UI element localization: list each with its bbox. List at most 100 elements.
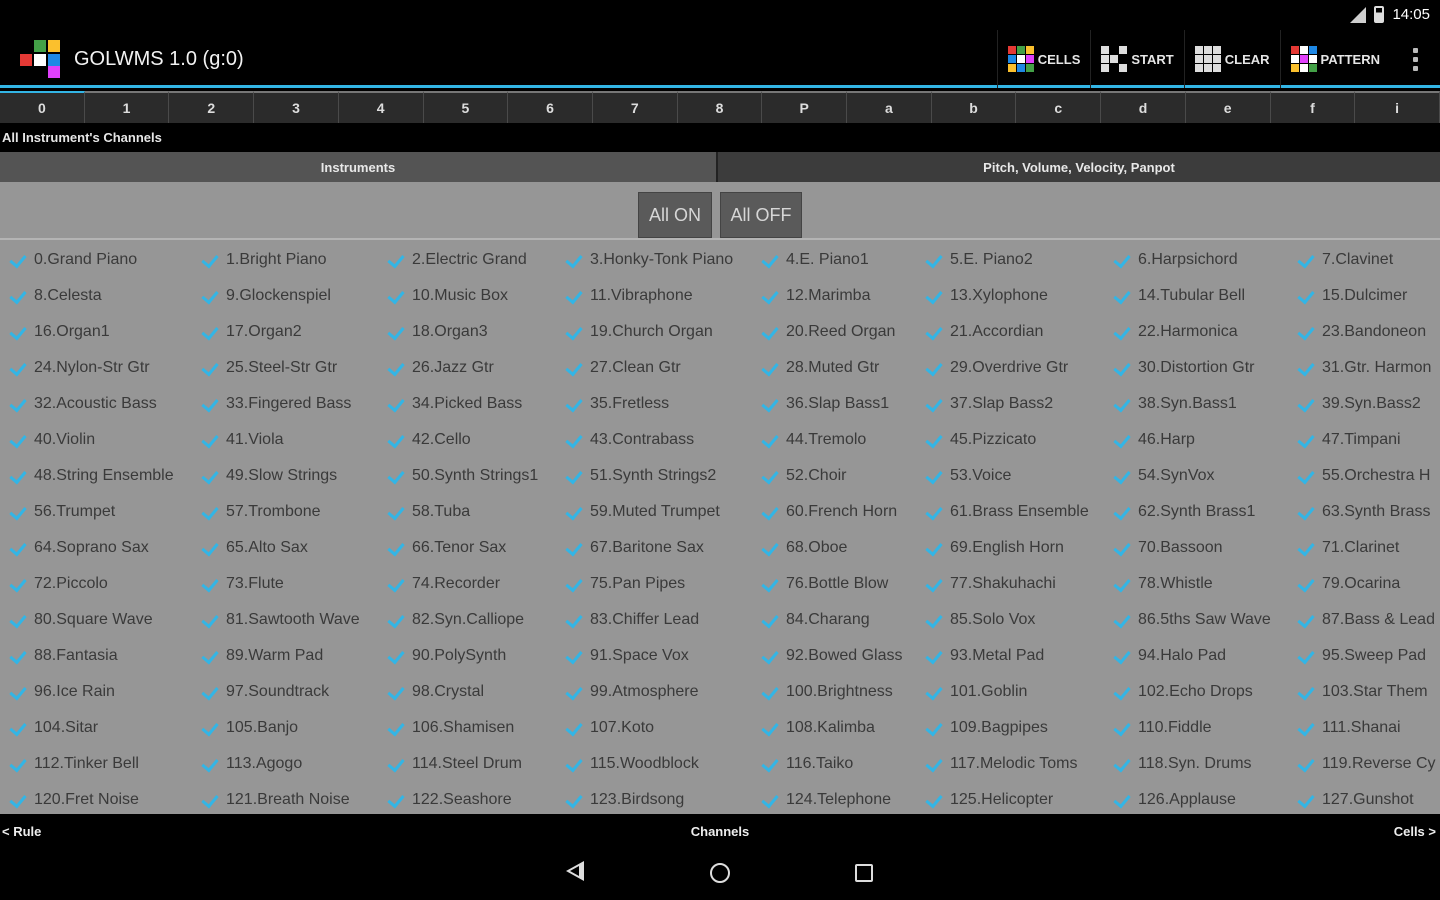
instrument-checkbox[interactable]: 100.Brightness (752, 674, 916, 710)
instrument-checkbox[interactable]: 117.Melodic Toms (916, 746, 1104, 782)
instrument-checkbox[interactable]: 81.Sawtooth Wave (192, 602, 378, 638)
instrument-checkbox[interactable]: 79.Ocarina (1288, 566, 1440, 602)
start-button[interactable]: START (1090, 30, 1183, 88)
instrument-checkbox[interactable]: 17.Organ2 (192, 314, 378, 350)
instrument-checkbox[interactable]: 97.Soundtrack (192, 674, 378, 710)
instrument-checkbox[interactable]: 95.Sweep Pad (1288, 638, 1440, 674)
channel-tab-2[interactable]: 2 (169, 91, 255, 123)
instrument-checkbox[interactable]: 47.Timpani (1288, 422, 1440, 458)
instrument-checkbox[interactable]: 45.Pizzicato (916, 422, 1104, 458)
instrument-checkbox[interactable]: 90.PolySynth (378, 638, 556, 674)
instrument-checkbox[interactable]: 15.Dulcimer (1288, 278, 1440, 314)
instrument-checkbox[interactable]: 5.E. Piano2 (916, 242, 1104, 278)
instrument-checkbox[interactable]: 52.Choir (752, 458, 916, 494)
instrument-checkbox[interactable]: 39.Syn.Bass2 (1288, 386, 1440, 422)
instrument-checkbox[interactable]: 115.Woodblock (556, 746, 752, 782)
instrument-checkbox[interactable]: 73.Flute (192, 566, 378, 602)
instrument-checkbox[interactable]: 26.Jazz Gtr (378, 350, 556, 386)
channel-tab-p[interactable]: P (762, 91, 848, 123)
channel-tab-b[interactable]: b (931, 91, 1017, 123)
instrument-checkbox[interactable]: 92.Bowed Glass (752, 638, 916, 674)
instrument-checkbox[interactable]: 58.Tuba (378, 494, 556, 530)
instrument-checkbox[interactable]: 123.Birdsong (556, 782, 752, 814)
instrument-checkbox[interactable]: 49.Slow Strings (192, 458, 378, 494)
instrument-checkbox[interactable]: 67.Baritone Sax (556, 530, 752, 566)
instrument-checkbox[interactable]: 107.Koto (556, 710, 752, 746)
instrument-checkbox[interactable]: 77.Shakuhachi (916, 566, 1104, 602)
instrument-checkbox[interactable]: 105.Banjo (192, 710, 378, 746)
instrument-checkbox[interactable]: 14.Tubular Bell (1104, 278, 1288, 314)
instrument-checkbox[interactable]: 102.Echo Drops (1104, 674, 1288, 710)
instrument-checkbox[interactable]: 101.Goblin (916, 674, 1104, 710)
pattern-button[interactable]: PATTERN (1279, 30, 1390, 88)
instrument-checkbox[interactable]: 93.Metal Pad (916, 638, 1104, 674)
instrument-checkbox[interactable]: 23.Bandoneon (1288, 314, 1440, 350)
instrument-checkbox[interactable]: 106.Shamisen (378, 710, 556, 746)
channel-tab-a[interactable]: a (847, 91, 932, 123)
instrument-checkbox[interactable]: 86.5ths Saw Wave (1104, 602, 1288, 638)
channel-tab-c[interactable]: c (1016, 91, 1102, 123)
instrument-checkbox[interactable]: 64.Soprano Sax (0, 530, 192, 566)
instrument-checkbox[interactable]: 110.Fiddle (1104, 710, 1288, 746)
instrument-checkbox[interactable]: 75.Pan Pipes (556, 566, 752, 602)
instrument-checkbox[interactable]: 71.Clarinet (1288, 530, 1440, 566)
instrument-checkbox[interactable]: 85.Solo Vox (916, 602, 1104, 638)
instrument-checkbox[interactable]: 124.Telephone (752, 782, 916, 814)
instrument-checkbox[interactable]: 8.Celesta (0, 278, 192, 314)
instrument-checkbox[interactable]: 74.Recorder (378, 566, 556, 602)
instrument-checkbox[interactable]: 25.Steel-Str Gtr (192, 350, 378, 386)
instrument-checkbox[interactable]: 98.Crystal (378, 674, 556, 710)
instrument-checkbox[interactable]: 59.Muted Trumpet (556, 494, 752, 530)
channel-tab-5[interactable]: 5 (423, 91, 509, 123)
instrument-checkbox[interactable]: 53.Voice (916, 458, 1104, 494)
instrument-checkbox[interactable]: 24.Nylon-Str Gtr (0, 350, 192, 386)
instrument-checkbox[interactable]: 96.Ice Rain (0, 674, 192, 710)
instrument-checkbox[interactable]: 2.Electric Grand (378, 242, 556, 278)
instrument-checkbox[interactable]: 78.Whistle (1104, 566, 1288, 602)
instrument-checkbox[interactable]: 62.Synth Brass1 (1104, 494, 1288, 530)
tab-pitch-volume[interactable]: Pitch, Volume, Velocity, Panpot (718, 152, 1440, 182)
instrument-checkbox[interactable]: 48.String Ensemble (0, 458, 192, 494)
channel-tab-3[interactable]: 3 (254, 91, 339, 123)
instrument-checkbox[interactable]: 91.Space Vox (556, 638, 752, 674)
instrument-checkbox[interactable]: 113.Agogo (192, 746, 378, 782)
instrument-checkbox[interactable]: 50.Synth Strings1 (378, 458, 556, 494)
channel-tab-f[interactable]: f (1270, 91, 1356, 123)
instrument-checkbox[interactable]: 3.Honky-Tonk Piano (556, 242, 752, 278)
instrument-checkbox[interactable]: 121.Breath Noise (192, 782, 378, 814)
channel-tab-1[interactable]: 1 (84, 91, 170, 123)
instrument-checkbox[interactable]: 126.Applause (1104, 782, 1288, 814)
instrument-checkbox[interactable]: 16.Organ1 (0, 314, 192, 350)
instrument-checkbox[interactable]: 122.Seashore (378, 782, 556, 814)
instrument-checkbox[interactable]: 4.E. Piano1 (752, 242, 916, 278)
instrument-checkbox[interactable]: 125.Helicopter (916, 782, 1104, 814)
instrument-checkbox[interactable]: 111.Shanai (1288, 710, 1440, 746)
instrument-checkbox[interactable]: 9.Glockenspiel (192, 278, 378, 314)
instrument-checkbox[interactable]: 116.Taiko (752, 746, 916, 782)
instrument-checkbox[interactable]: 104.Sitar (0, 710, 192, 746)
instrument-checkbox[interactable]: 44.Tremolo (752, 422, 916, 458)
instrument-checkbox[interactable]: 103.Star Them (1288, 674, 1440, 710)
instrument-checkbox[interactable]: 56.Trumpet (0, 494, 192, 530)
instrument-checkbox[interactable]: 87.Bass & Lead (1288, 602, 1440, 638)
instrument-checkbox[interactable]: 65.Alto Sax (192, 530, 378, 566)
instrument-checkbox[interactable]: 109.Bagpipes (916, 710, 1104, 746)
channel-tab-d[interactable]: d (1101, 91, 1186, 123)
instrument-checkbox[interactable]: 10.Music Box (378, 278, 556, 314)
instrument-checkbox[interactable]: 55.Orchestra H (1288, 458, 1440, 494)
instrument-checkbox[interactable]: 61.Brass Ensemble (916, 494, 1104, 530)
clear-button[interactable]: CLEAR (1183, 30, 1280, 88)
channel-tab-0[interactable]: 0 (0, 91, 85, 123)
instrument-checkbox[interactable]: 72.Piccolo (0, 566, 192, 602)
channel-tab-4[interactable]: 4 (338, 91, 424, 123)
instrument-checkbox[interactable]: 70.Bassoon (1104, 530, 1288, 566)
cells-button[interactable]: CELLS (996, 30, 1091, 88)
instrument-checkbox[interactable]: 83.Chiffer Lead (556, 602, 752, 638)
instrument-checkbox[interactable]: 28.Muted Gtr (752, 350, 916, 386)
instrument-checkbox[interactable]: 114.Steel Drum (378, 746, 556, 782)
instrument-checkbox[interactable]: 46.Harp (1104, 422, 1288, 458)
all-off-button[interactable]: All OFF (720, 192, 802, 238)
instrument-checkbox[interactable]: 57.Trombone (192, 494, 378, 530)
instrument-checkbox[interactable]: 41.Viola (192, 422, 378, 458)
instrument-checkbox[interactable]: 35.Fretless (556, 386, 752, 422)
